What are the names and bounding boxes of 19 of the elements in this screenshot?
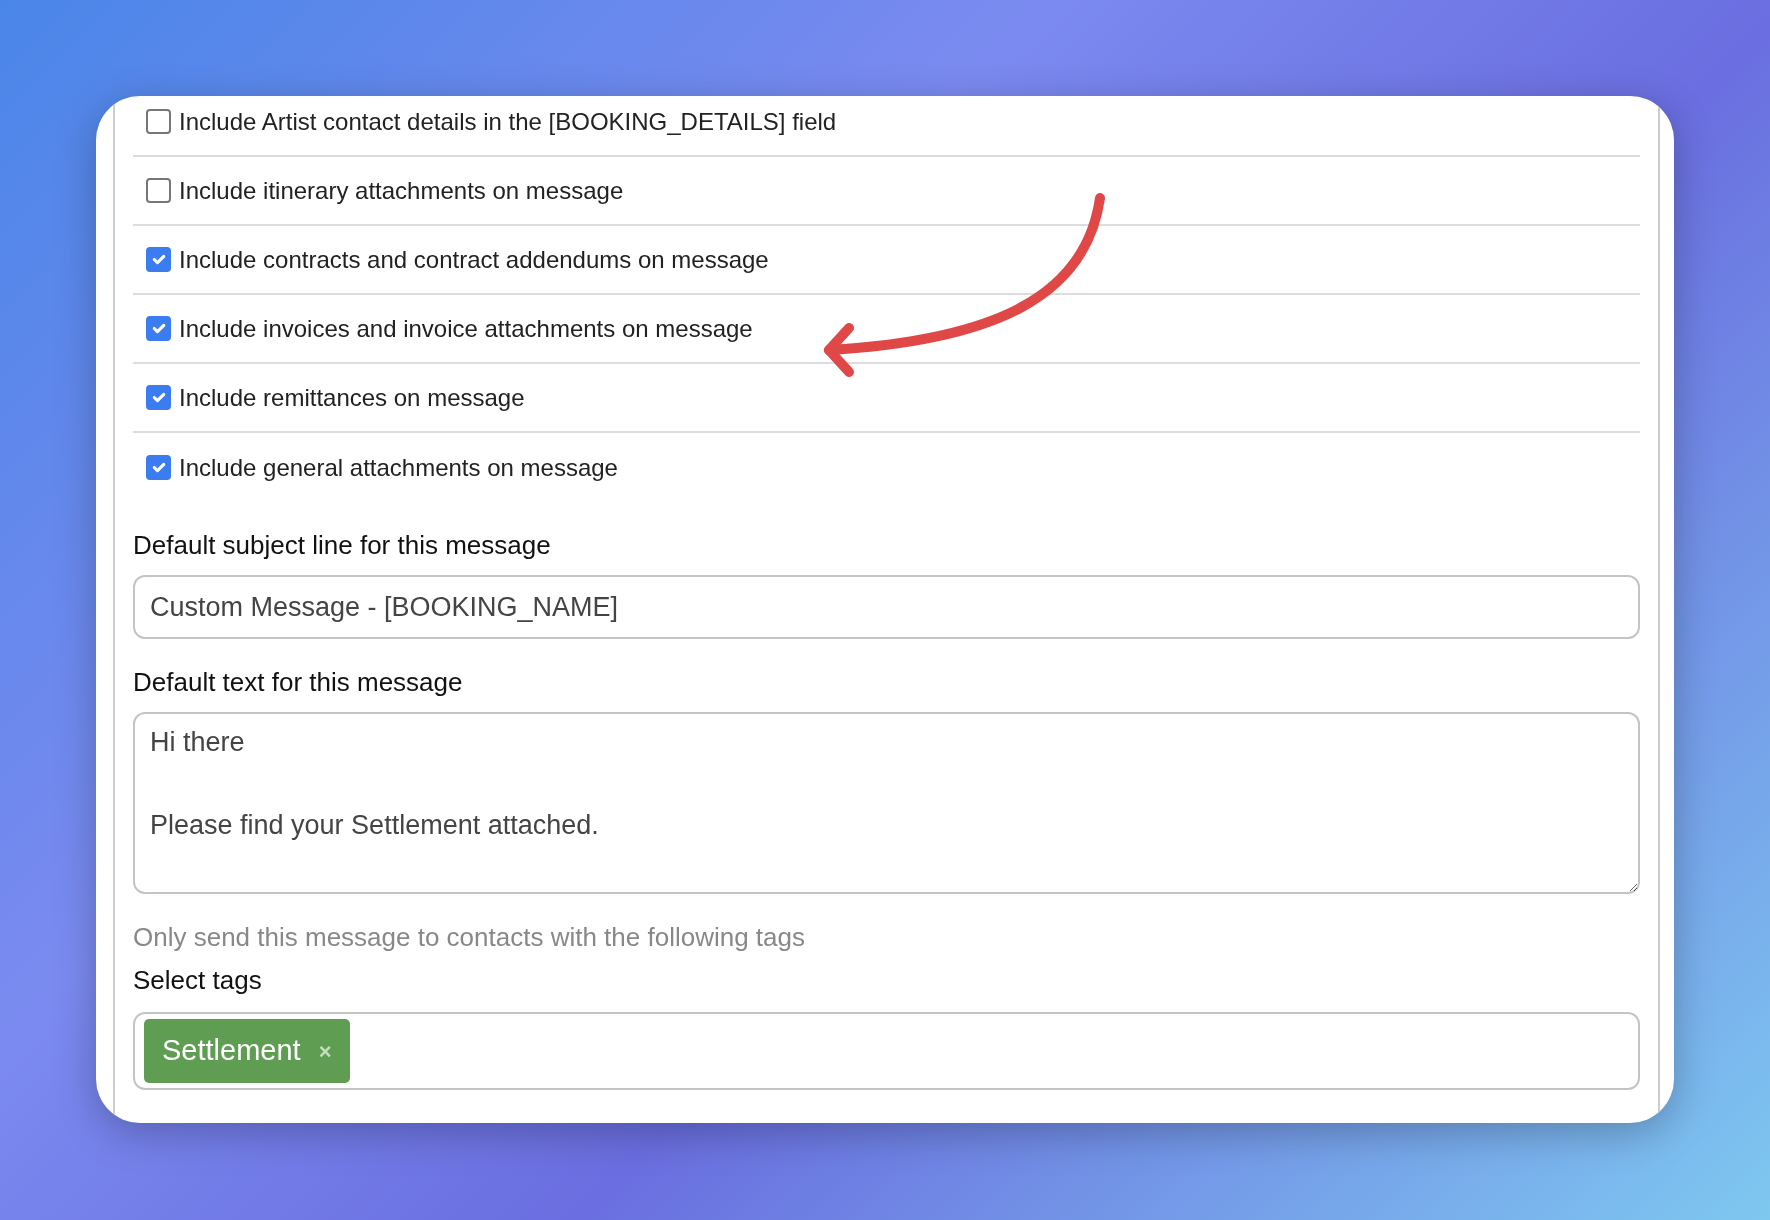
field-label: Default text for this message [133,666,464,699]
checkbox[interactable] [146,109,171,134]
checkbox-label: Include contracts and contract addendums on message [179,244,769,275]
checkbox-label: Include invoices and invoice attachments on message [179,313,753,344]
hint-text: Only send this message to contacts with the following tags [133,921,806,954]
checkbox[interactable] [146,316,171,341]
subject-input-field[interactable]: Custom Message - [BOOKING_NAME] [133,575,1640,639]
checkbox-label: Include remittances on message [179,382,525,413]
checkbox-label: Include general attachments on message [179,452,618,483]
checkbox-label: Include itinerary attachments on message [179,175,624,206]
field-label: Default subject line for this message [133,529,552,562]
checkbox[interactable] [146,385,171,410]
message-text-area[interactable]: Hi there Please find your Settlement attached. [133,712,1640,894]
field-label: Select tags [133,964,263,997]
checkbox[interactable] [146,247,171,272]
tag-label: Settlement [162,1033,301,1069]
checkbox[interactable] [146,178,171,203]
checkbox-label: Include Artist contact details in the [BOOKING_DETAILS] field [179,106,837,137]
checkbox[interactable] [146,455,171,480]
